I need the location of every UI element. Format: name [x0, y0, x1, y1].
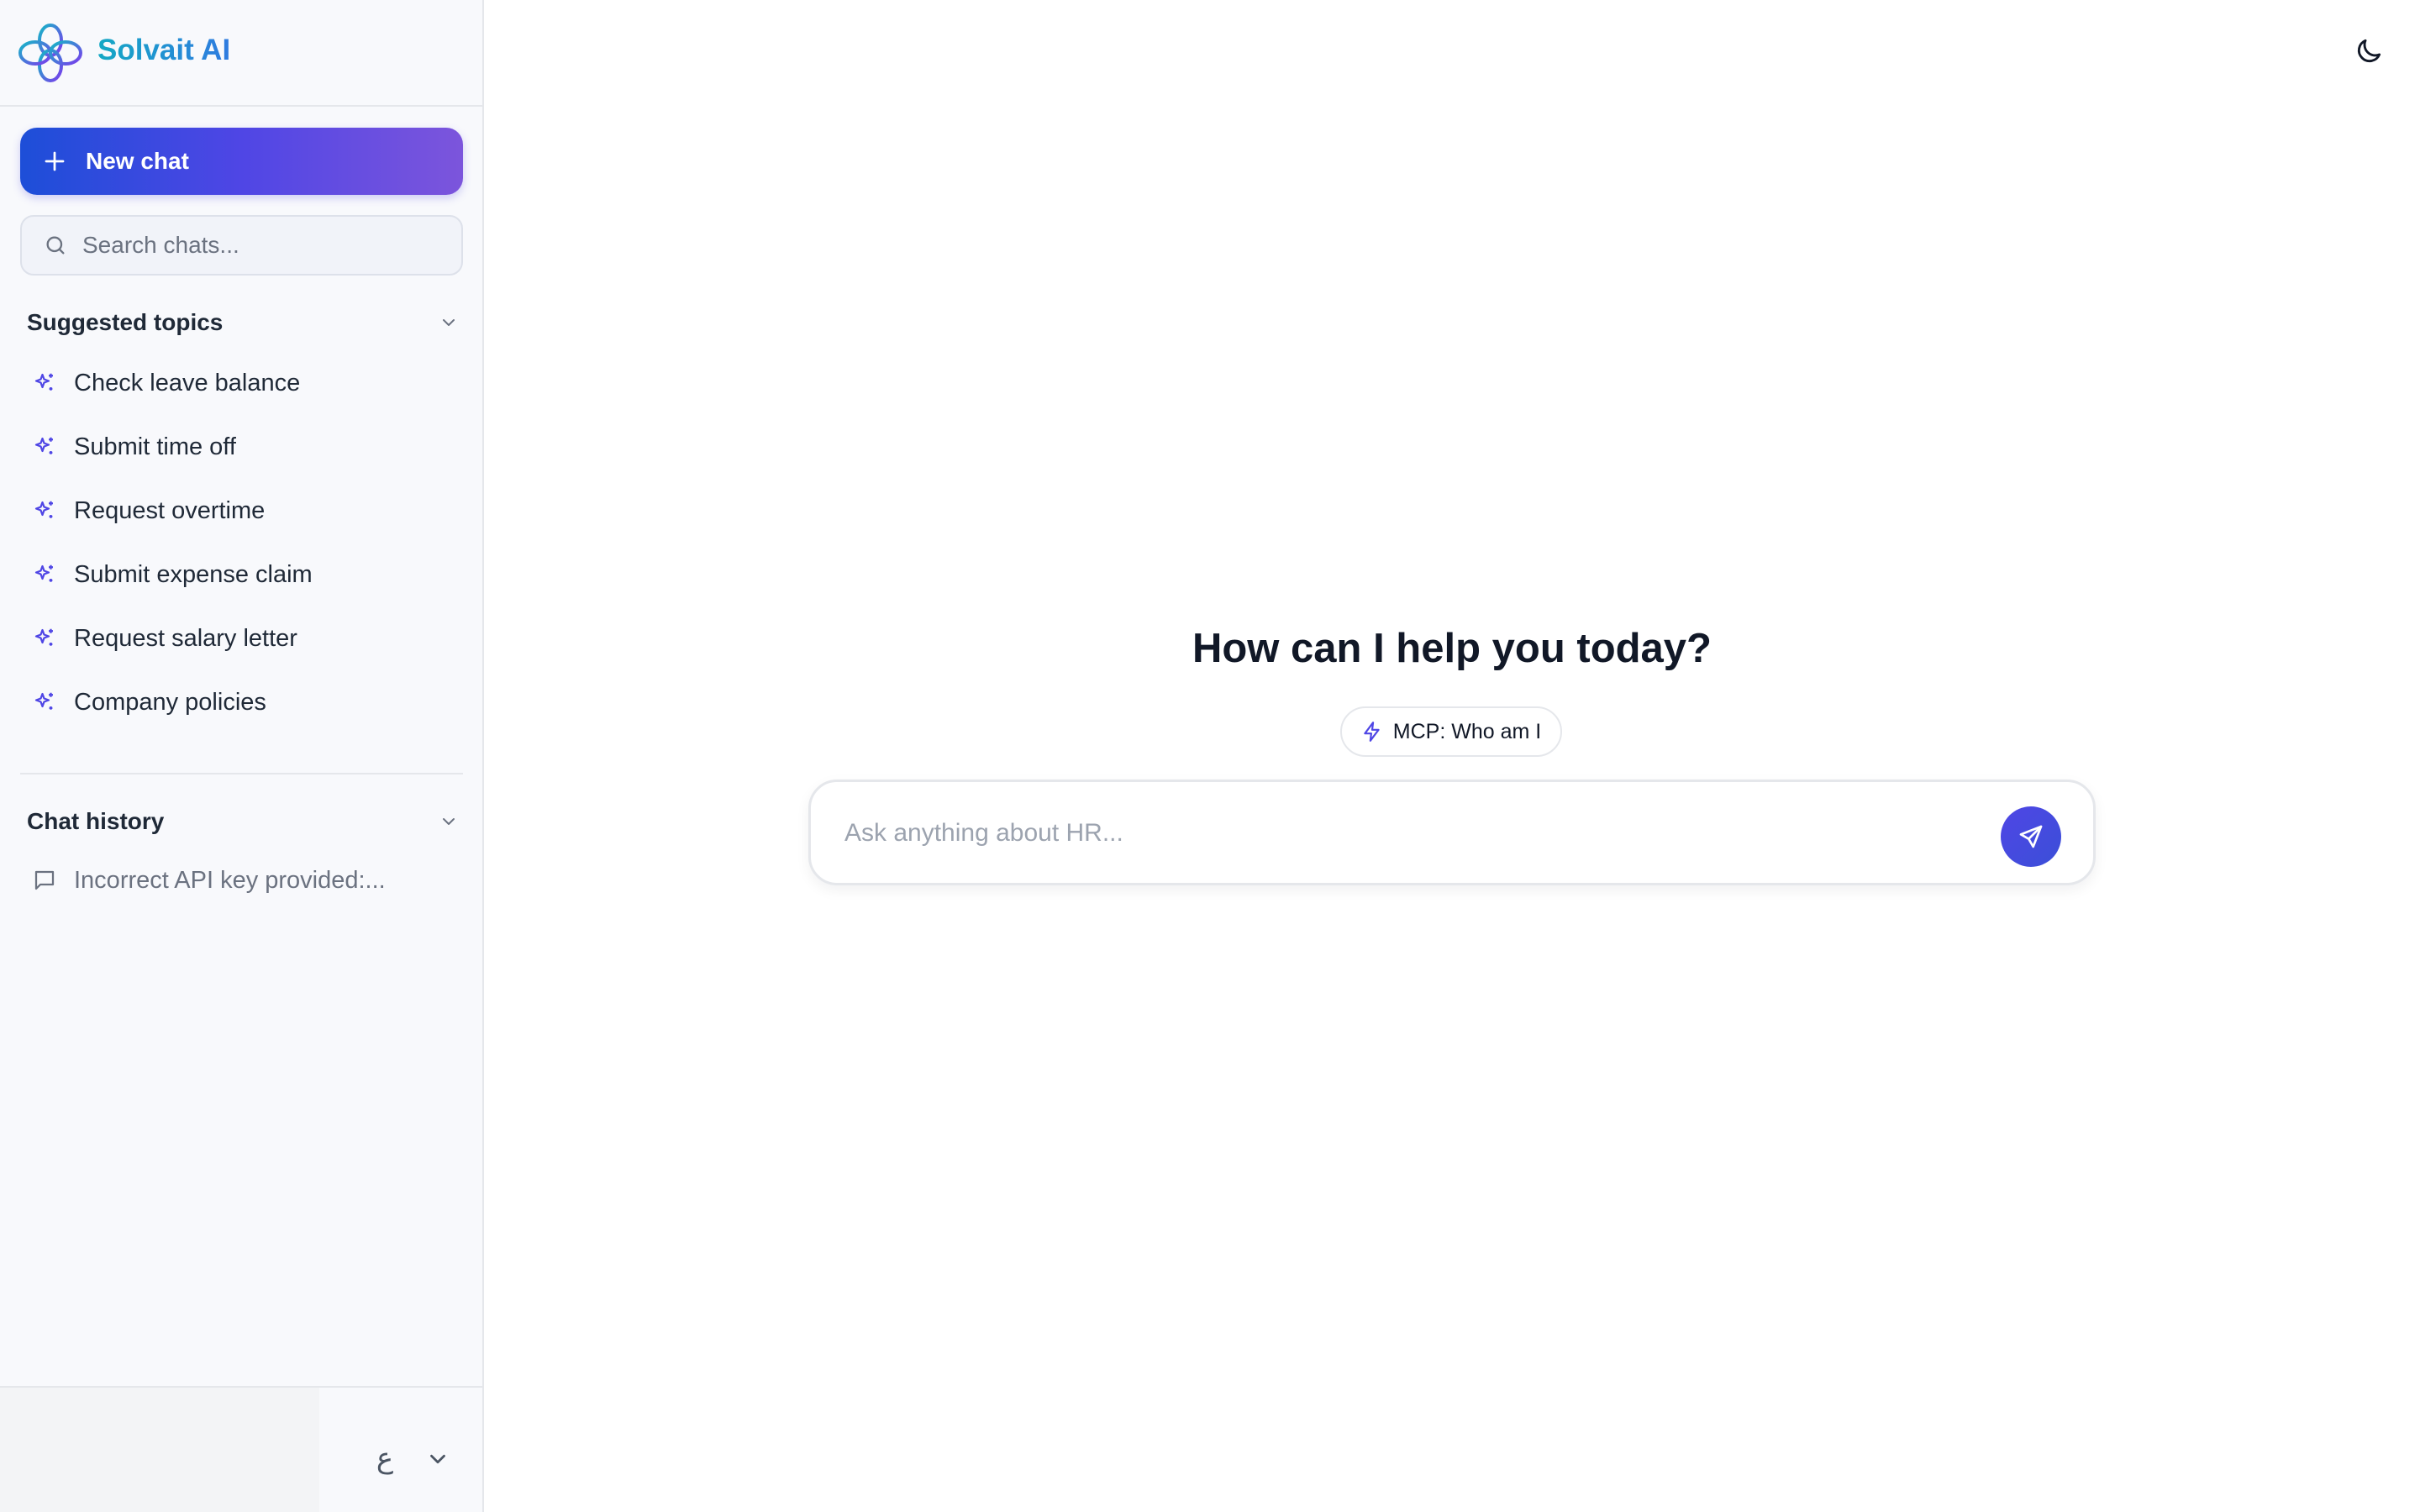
- search-icon: [46, 236, 65, 255]
- suggested-topics-title: Suggested topics: [27, 309, 224, 335]
- chevron-down-icon[interactable]: [439, 312, 459, 333]
- chat-history-title: Chat history: [27, 808, 165, 834]
- footer-panel: [0, 1388, 319, 1512]
- topic-label: Request overtime: [74, 496, 266, 524]
- topic-label: Check leave balance: [74, 369, 301, 396]
- history-item-label: Incorrect API key provided:...: [74, 866, 386, 894]
- message-square-icon: [34, 870, 55, 890]
- page-title: How can I help you today?: [1192, 626, 1712, 671]
- topic-item[interactable]: Company policies: [32, 684, 266, 721]
- sparkles-icon: [34, 437, 53, 454]
- topic-label: Company policies: [74, 688, 266, 716]
- search-input[interactable]: [82, 232, 452, 259]
- logo-icon: [18, 24, 82, 82]
- topic-label: Request salary letter: [74, 624, 297, 652]
- send-button[interactable]: [2001, 806, 2061, 867]
- chevron-down-icon[interactable]: [425, 1446, 450, 1472]
- new-chat-button[interactable]: New chat: [20, 128, 463, 195]
- quick-action-label: MCP: Who am I: [1392, 719, 1542, 743]
- topic-item[interactable]: Submit expense claim: [32, 556, 313, 593]
- new-chat-label: New chat: [86, 148, 189, 174]
- suggested-topics-header[interactable]: Suggested topics: [27, 306, 459, 339]
- sidebar-footer: ع: [0, 1386, 482, 1512]
- sidebar: Solvait AI New chat Suggested topics Ch: [0, 0, 484, 1512]
- topic-label: Submit time off: [74, 433, 236, 460]
- sparkles-icon: [34, 373, 53, 391]
- brand-name: Solvait AI: [97, 34, 231, 66]
- moon-icon[interactable]: [2353, 35, 2385, 67]
- chat-history-header[interactable]: Chat history: [27, 805, 459, 838]
- message-composer: [808, 780, 2096, 885]
- message-input[interactable]: [844, 812, 1937, 854]
- sparkles-icon: [34, 628, 53, 646]
- language-toggle[interactable]: ع: [366, 1440, 403, 1477]
- search-box[interactable]: [20, 215, 463, 276]
- app-root: Solvait AI New chat Suggested topics Ch: [0, 0, 2420, 1512]
- plus-icon: [45, 151, 65, 171]
- sparkles-icon: [34, 692, 53, 710]
- chevron-down-icon[interactable]: [439, 811, 459, 832]
- brand-header: Solvait AI: [0, 0, 482, 107]
- topic-item[interactable]: Request salary letter: [32, 620, 297, 657]
- topic-item[interactable]: Check leave balance: [32, 365, 300, 402]
- sparkles-icon: [34, 501, 53, 518]
- zap-icon: [1364, 722, 1380, 742]
- send-icon: [2019, 825, 2043, 848]
- sparkles-icon: [34, 564, 53, 582]
- topic-item[interactable]: Request overtime: [32, 492, 265, 529]
- history-item[interactable]: Incorrect API key provided:...: [32, 862, 386, 899]
- sidebar-divider: [20, 773, 463, 774]
- topic-item[interactable]: Submit time off: [32, 428, 236, 465]
- quick-action-chip[interactable]: MCP: Who am I: [1340, 706, 1562, 757]
- topic-label: Submit expense claim: [74, 560, 313, 588]
